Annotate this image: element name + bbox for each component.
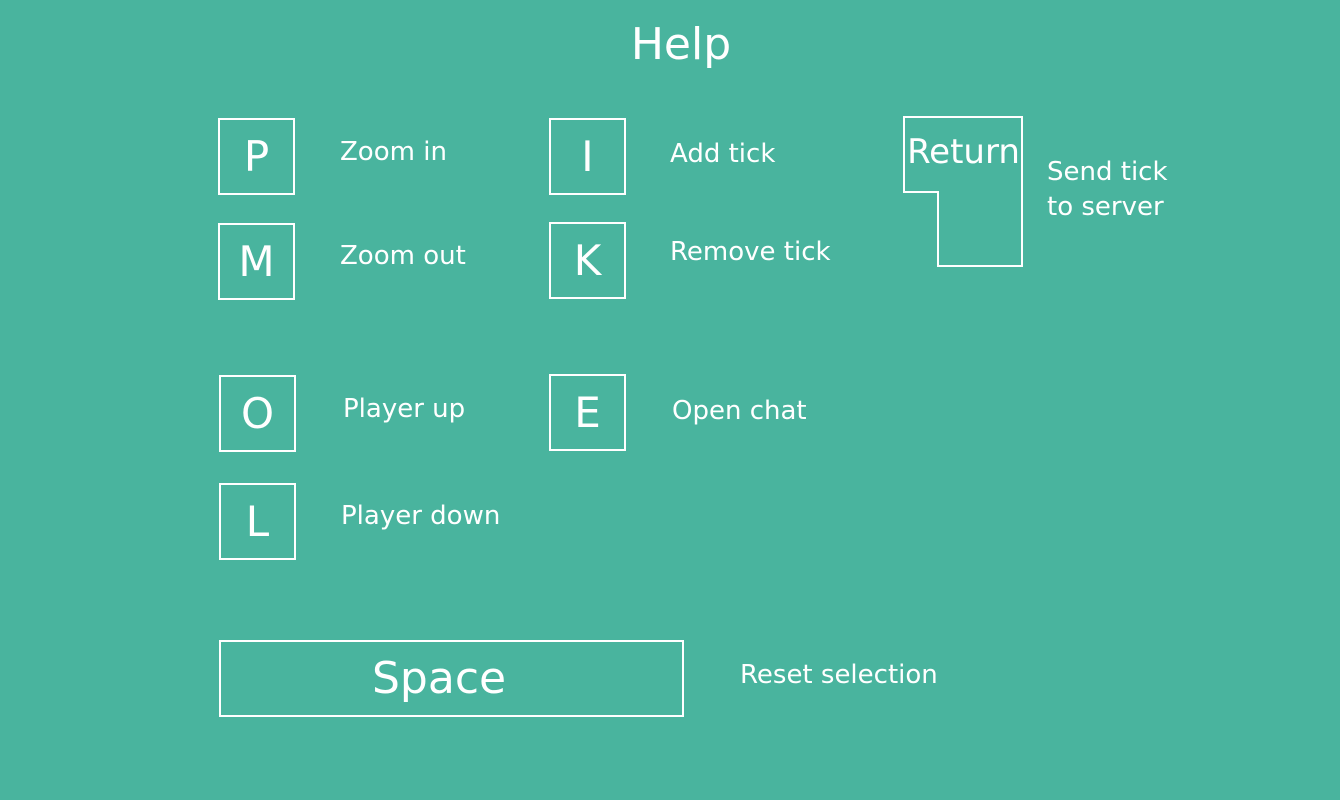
- key-space[interactable]: Space: [219, 640, 684, 717]
- key-l-description: Player down: [341, 501, 501, 531]
- key-return[interactable]: Return: [903, 116, 1024, 268]
- key-m[interactable]: M: [218, 223, 295, 300]
- key-i-description: Add tick: [670, 139, 776, 169]
- key-p[interactable]: P: [218, 118, 295, 195]
- return-key-label: Return: [907, 132, 1020, 172]
- key-e[interactable]: E: [549, 374, 626, 451]
- key-o[interactable]: O: [219, 375, 296, 452]
- key-l[interactable]: L: [219, 483, 296, 560]
- key-m-description: Zoom out: [340, 241, 466, 271]
- key-k-description: Remove tick: [670, 237, 831, 267]
- key-return-description-line2: to server: [1047, 192, 1164, 222]
- key-p-description: Zoom in: [340, 137, 447, 167]
- key-return-description-line1: Send tick: [1047, 157, 1168, 187]
- page-title: Help: [630, 19, 732, 70]
- key-o-description: Player up: [343, 394, 466, 424]
- key-k[interactable]: K: [549, 222, 626, 299]
- key-space-description: Reset selection: [740, 660, 938, 690]
- key-e-description: Open chat: [672, 396, 807, 426]
- key-i[interactable]: I: [549, 118, 626, 195]
